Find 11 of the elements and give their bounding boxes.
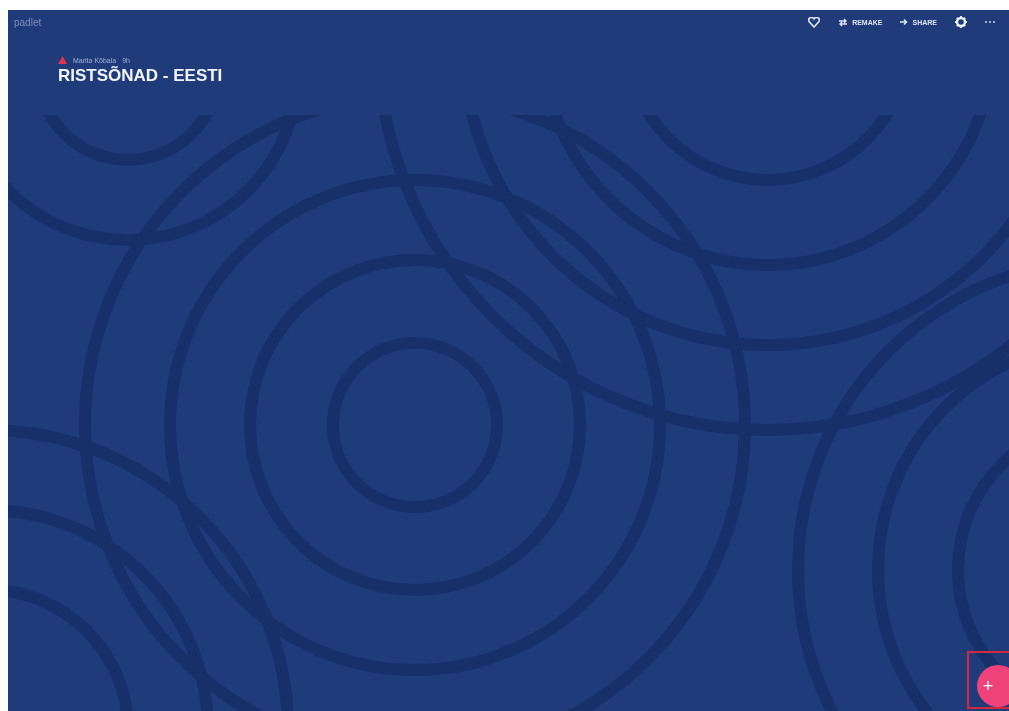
swap-arrows-icon	[838, 17, 849, 27]
arrow-icon	[900, 18, 909, 26]
settings-icon	[955, 16, 967, 28]
heart-button[interactable]	[806, 14, 823, 30]
more-icon	[985, 20, 995, 24]
avatar-icon	[58, 56, 67, 64]
more-button[interactable]	[983, 18, 997, 26]
board-title: RISTSÕNAD - EESTI	[58, 66, 224, 86]
heart-icon	[808, 16, 821, 28]
gear-button[interactable]	[953, 14, 969, 30]
add-post-button[interactable]: +	[977, 665, 1009, 707]
